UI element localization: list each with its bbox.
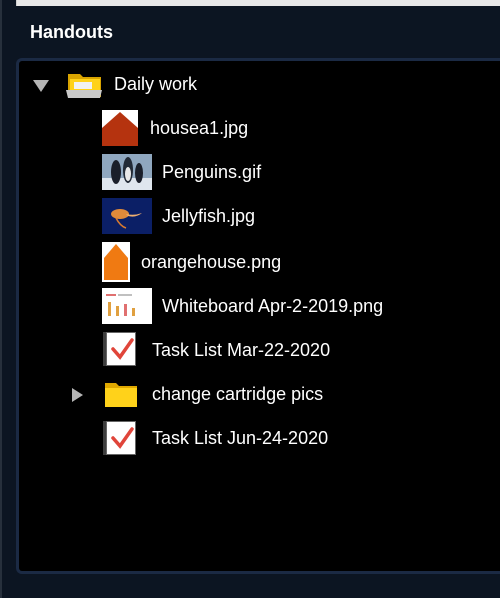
tree-item-daily-work[interactable]: Daily work [114, 64, 197, 104]
tree-item-jellyfish[interactable]: Jellyfish.jpg [162, 196, 255, 236]
tree-item-label: change cartridge pics [152, 383, 324, 404]
tree-item-label: Daily work [114, 73, 198, 94]
tree-item-label: orangehouse.png [141, 251, 282, 272]
expand-triangle-icon[interactable] [33, 80, 49, 92]
panel-title: Handouts [30, 22, 113, 42]
window-left-edge [0, 0, 2, 598]
tree-item-label: Task List Jun-24-2020 [152, 427, 329, 448]
checklist-icon[interactable] [103, 421, 136, 455]
tree-item-label: Whiteboard Apr-2-2019.png [162, 295, 384, 316]
tree-item-label: Jellyfish.jpg [162, 205, 256, 226]
tree-item-task-list-mar[interactable]: Task List Mar-22-2020 [152, 330, 330, 370]
tree-item-orangehouse[interactable]: orangehouse.png [141, 242, 281, 282]
tree-item-change-cartridge-pics[interactable]: change cartridge pics [152, 374, 323, 414]
penguins-image-thumbnail[interactable] [102, 154, 152, 190]
top-toolbar-strip [16, 0, 500, 6]
tree-item-penguins[interactable]: Penguins.gif [162, 152, 261, 192]
jellyfish-image-thumbnail[interactable] [102, 198, 152, 234]
open-folder-icon[interactable] [66, 68, 104, 102]
tree-item-task-list-jun[interactable]: Task List Jun-24-2020 [152, 418, 328, 458]
checklist-icon[interactable] [103, 332, 136, 366]
tree-item-label: Penguins.gif [162, 161, 262, 182]
tree-item-label: housea1.jpg [150, 117, 249, 138]
house-image-thumbnail[interactable] [102, 110, 138, 146]
orange-house-thumbnail[interactable] [102, 242, 130, 282]
tree-item-whiteboard[interactable]: Whiteboard Apr-2-2019.png [162, 286, 383, 326]
whiteboard-thumbnail[interactable] [102, 288, 152, 324]
folder-icon[interactable] [104, 380, 138, 408]
tree-item-label: Task List Mar-22-2020 [152, 339, 331, 360]
tree-item-housea1[interactable]: housea1.jpg [150, 108, 248, 148]
expand-triangle-icon[interactable] [72, 388, 83, 402]
